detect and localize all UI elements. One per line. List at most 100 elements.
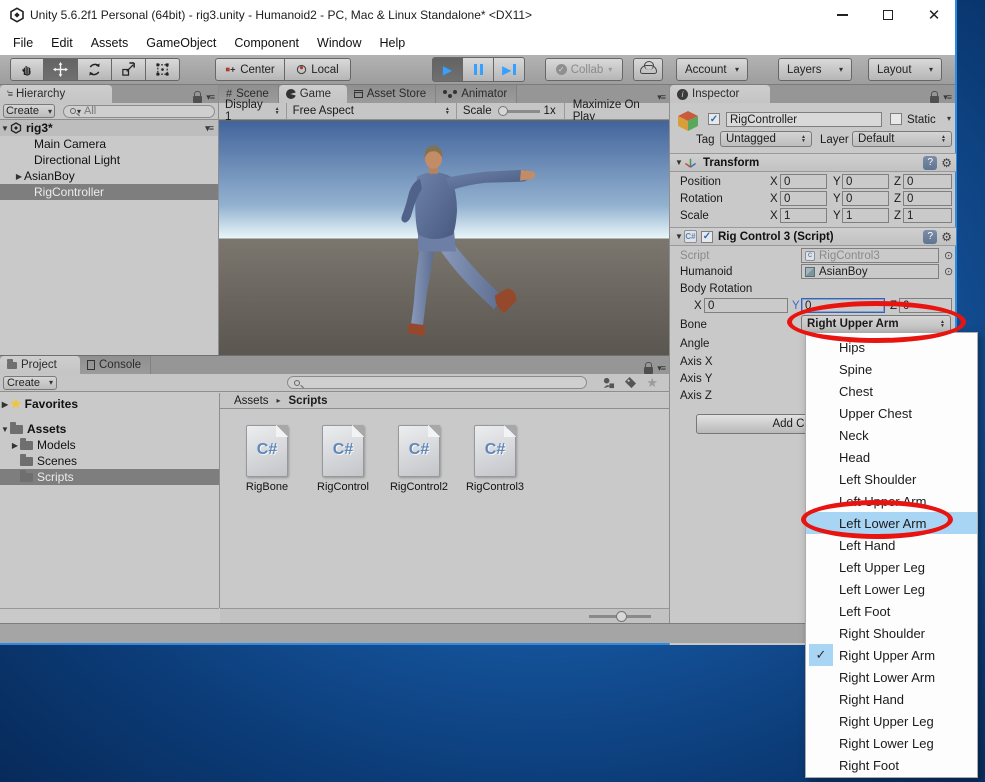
pause-button[interactable] [463,57,494,82]
tag-dropdown[interactable]: Untagged ▲▼ [720,131,812,147]
scale-slider[interactable] [498,106,540,116]
tab-console[interactable]: Console [80,356,151,374]
tab-inspector[interactable]: i Inspector [670,85,770,103]
layers-dropdown[interactable]: Layers▾ [778,58,852,81]
static-caret-icon[interactable]: ▾ [947,114,951,123]
menu-assets[interactable]: Assets [82,32,138,54]
help-icon[interactable]: ? [923,156,937,170]
body-rotation-y-field[interactable]: 0 [801,298,885,313]
tab-hierarchy[interactable]: '≡ Hierarchy [0,85,112,103]
project-search-input[interactable] [287,376,587,389]
bone-option-right-foot[interactable]: Right Foot [806,754,977,776]
step-button[interactable]: ▶ [494,57,525,82]
play-button[interactable]: ▶ [432,57,463,82]
foldout-closed-icon[interactable]: ▶ [10,441,20,450]
bone-option-left-hand[interactable]: Left Hand [806,534,977,556]
bone-option-left-lower-leg[interactable]: Left Lower Leg [806,578,977,600]
gear-icon[interactable]: ⚙ [941,230,952,244]
object-picker-icon[interactable]: ⊙ [944,265,953,278]
project-file-rigcontrol3[interactable]: C#RigControl3 [460,425,530,493]
maximize-button[interactable] [867,0,909,30]
foldout-closed-icon[interactable]: ▶ [14,172,24,181]
object-picker-icon[interactable]: ⊙ [944,249,953,262]
bone-dropdown[interactable]: Right Upper Arm ▲▼ [801,315,951,333]
project-file-rigcontrol2[interactable]: C#RigControl2 [384,425,454,493]
search-by-type-icon[interactable] [602,377,615,389]
bone-option-right-upper-arm[interactable]: ✓Right Upper Arm [806,644,977,666]
script-object-field[interactable]: C RigControl3 [801,248,939,263]
collab-button[interactable]: ✓ Collab▾ [545,58,623,81]
menu-window[interactable]: Window [308,32,370,54]
rig-control-header[interactable]: ▼ C# ✓ Rig Control 3 (Script) ? ⚙ [670,227,956,246]
breadcrumb-scripts[interactable]: Scripts [289,395,328,407]
scene-menu-icon[interactable]: ▾≡ [205,123,218,134]
bone-option-right-shoulder[interactable]: Right Shoulder [806,622,977,644]
tab-asset-store[interactable]: Asset Store [347,85,436,103]
tab-animator[interactable]: Animator [436,85,517,103]
lock-icon[interactable] [930,96,939,103]
active-checkbox[interactable]: ✓ [708,113,720,125]
rotation-z-field[interactable]: 0 [903,191,952,206]
project-tree-scripts[interactable]: Scripts [0,469,219,485]
bone-option-right-hand[interactable]: Right Hand [806,688,977,710]
pivot-local-button[interactable]: Local [285,58,351,81]
bone-option-spine[interactable]: Spine [806,358,977,380]
transform-header[interactable]: ▼ Transform ? ⚙ [670,153,956,172]
layout-dropdown[interactable]: Layout▾ [868,58,942,81]
layer-dropdown[interactable]: Default ▲▼ [852,131,952,147]
menu-edit[interactable]: Edit [42,32,82,54]
body-rotation-z-field[interactable]: 0 [899,298,952,313]
bone-option-left-lower-arm[interactable]: Left Lower Arm [806,512,977,534]
bone-option-left-upper-leg[interactable]: Left Upper Leg [806,556,977,578]
move-tool-button[interactable] [44,58,78,81]
scale-y-field[interactable]: 1 [842,208,889,223]
rotation-y-field[interactable]: 0 [842,191,889,206]
lock-icon[interactable] [193,96,202,103]
minimize-button[interactable] [821,0,863,30]
display-dropdown[interactable]: Display 1 ▲▼ [219,103,287,119]
bone-option-left-shoulder[interactable]: Left Shoulder [806,468,977,490]
hierarchy-create-button[interactable]: Create▾ [3,104,55,118]
project-tree-scenes[interactable]: Scenes [0,453,219,469]
foldout-open-icon[interactable]: ▼ [674,232,684,241]
project-tree-assets[interactable]: ▼ Assets [0,421,219,437]
bone-option-head[interactable]: Head [806,446,977,468]
pivot-center-button[interactable]: Center [215,58,285,81]
component-enabled-checkbox[interactable]: ✓ [701,231,713,243]
project-create-button[interactable]: Create▾ [3,376,57,390]
panel-menu-icon[interactable]: ▾≡ [943,92,951,103]
position-x-field[interactable]: 0 [780,174,827,189]
position-z-field[interactable]: 0 [903,174,952,189]
bone-option-left-foot[interactable]: Left Foot [806,600,977,622]
hand-tool-button[interactable] [10,58,44,81]
favorites-star-icon[interactable]: ★ [646,375,658,391]
scale-x-field[interactable]: 1 [780,208,827,223]
bone-option-hips[interactable]: Hips [806,336,977,358]
foldout-open-icon[interactable]: ▼ [0,425,10,434]
close-button[interactable]: ✕ [913,0,955,30]
help-icon[interactable]: ? [923,230,937,244]
foldout-closed-icon[interactable]: ▶ [0,400,10,409]
panel-menu-icon[interactable]: ▾≡ [657,363,665,374]
account-dropdown[interactable]: Account▾ [676,58,748,81]
aspect-dropdown[interactable]: Free Aspect ▲▼ [287,103,457,119]
menu-component[interactable]: Component [225,32,308,54]
search-by-label-icon[interactable] [624,377,637,389]
rect-tool-button[interactable] [146,58,180,81]
bone-option-right-lower-arm[interactable]: Right Lower Arm [806,666,977,688]
bone-option-right-upper-leg[interactable]: Right Upper Leg [806,710,977,732]
foldout-open-icon[interactable]: ▼ [674,158,684,167]
rotate-tool-button[interactable] [78,58,112,81]
tab-game[interactable]: Game [279,85,347,103]
body-rotation-x-field[interactable]: 0 [704,298,788,313]
bone-option-neck[interactable]: Neck [806,424,977,446]
bone-option-left-upper-arm[interactable]: Left Upper Arm [806,490,977,512]
lock-icon[interactable] [644,367,653,374]
rotation-x-field[interactable]: 0 [780,191,827,206]
slider-thumb[interactable] [498,106,508,116]
cloud-button[interactable] [633,58,663,81]
humanoid-object-field[interactable]: AsianBoy [801,264,939,279]
gameobject-name-field[interactable]: RigController [726,112,882,127]
hierarchy-item-directional-light[interactable]: Directional Light [0,152,218,168]
maximize-on-play-button[interactable]: Maximize On Play [564,103,669,119]
